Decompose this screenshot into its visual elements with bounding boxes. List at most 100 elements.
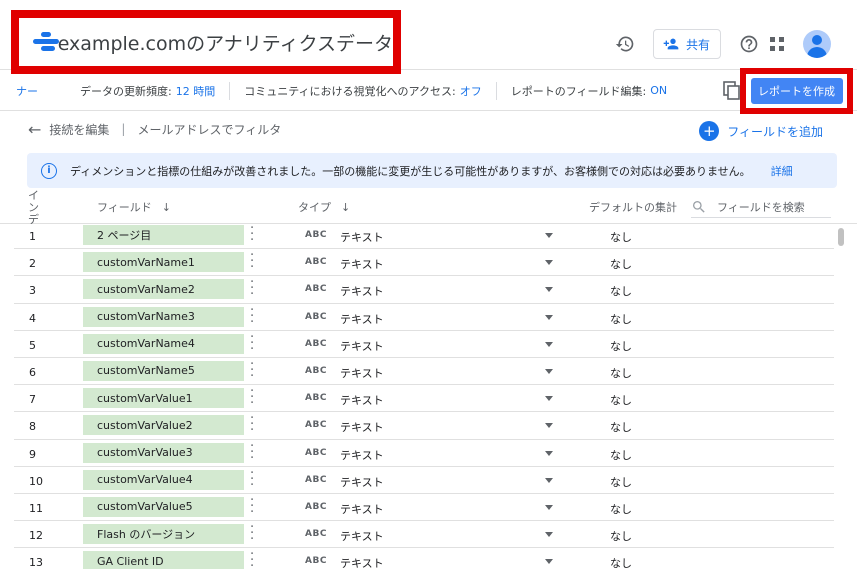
field-search-input[interactable]: フィールドを検索: [717, 199, 805, 215]
field-name-chip[interactable]: GA Client ID: [83, 551, 244, 569]
copy-data-source-icon[interactable]: [723, 81, 741, 101]
more-vert-icon[interactable]: · · ·: [250, 222, 254, 247]
field-type-value[interactable]: テキスト: [340, 338, 384, 354]
apps-grid-icon[interactable]: [763, 30, 791, 58]
field-name-chip[interactable]: Flash のバージョン: [83, 524, 244, 545]
type-dropdown-arrow-icon[interactable]: [545, 396, 553, 402]
type-dropdown-arrow-icon[interactable]: [545, 341, 553, 347]
field-name-chip[interactable]: customVarName4: [83, 333, 244, 354]
type-dropdown-arrow-icon[interactable]: [545, 260, 553, 266]
field-type-value[interactable]: テキスト: [340, 474, 384, 490]
field-type-value[interactable]: テキスト: [340, 311, 384, 327]
table-row[interactable]: 5 customVarName4 · · · ABC テキスト なし: [14, 331, 834, 358]
field-type-value[interactable]: テキスト: [340, 501, 384, 517]
type-dropdown-arrow-icon[interactable]: [545, 423, 553, 429]
more-vert-icon[interactable]: · · ·: [250, 548, 254, 569]
aggregation-value[interactable]: なし: [610, 365, 632, 381]
share-button[interactable]: 共有: [652, 29, 721, 59]
add-field-button[interactable]: + フィールドを追加: [699, 121, 823, 141]
field-name-chip[interactable]: customVarName2: [83, 279, 244, 300]
aggregation-value[interactable]: なし: [610, 256, 632, 272]
table-row[interactable]: 12 Flash のバージョン · · · ABC テキスト なし: [14, 521, 834, 549]
type-dropdown-arrow-icon[interactable]: [545, 368, 553, 374]
field-name-chip[interactable]: customVarName5: [83, 360, 244, 381]
version-history-icon[interactable]: [611, 30, 639, 58]
aggregation-value[interactable]: なし: [610, 283, 632, 299]
field-name-chip[interactable]: customVarValue3: [83, 442, 244, 463]
filter-by-email-link[interactable]: メールアドレスでフィルタ: [137, 121, 281, 138]
table-row[interactable]: 11 customVarValue5 · · · ABC テキスト なし: [14, 494, 834, 522]
field-column-header[interactable]: フィールド ↓: [97, 199, 171, 215]
type-dropdown-arrow-icon[interactable]: [545, 477, 553, 483]
table-row[interactable]: 10 customVarValue4 · · · ABC テキスト なし: [14, 467, 834, 494]
more-vert-icon[interactable]: · · ·: [250, 358, 254, 383]
table-row[interactable]: 4 customVarName3 · · · ABC テキスト なし: [14, 304, 834, 331]
type-dropdown-arrow-icon[interactable]: [545, 450, 553, 456]
aggregation-value[interactable]: なし: [610, 392, 632, 408]
user-avatar[interactable]: [803, 30, 831, 58]
field-type-value[interactable]: テキスト: [340, 419, 384, 435]
type-dropdown-arrow-icon[interactable]: [545, 287, 553, 293]
field-name-chip[interactable]: customVarValue5: [83, 496, 244, 517]
help-icon[interactable]: [735, 30, 763, 58]
field-name-chip[interactable]: 2 ページ目: [83, 225, 244, 245]
field-name-chip[interactable]: customVarValue1: [83, 388, 244, 409]
more-vert-icon[interactable]: · · ·: [250, 331, 254, 356]
more-vert-icon[interactable]: · · ·: [250, 276, 254, 301]
field-type-value[interactable]: テキスト: [340, 528, 384, 544]
field-name-chip[interactable]: customVarValue2: [83, 415, 244, 436]
table-row[interactable]: 2 customVarName1 · · · ABC テキスト なし: [14, 249, 834, 277]
community-viz-value[interactable]: オフ: [460, 83, 482, 99]
more-vert-icon[interactable]: · · ·: [250, 304, 254, 329]
aggregation-value[interactable]: なし: [610, 555, 632, 569]
table-row[interactable]: 1 2 ページ目 · · · ABC テキスト なし: [14, 222, 834, 250]
type-dropdown-arrow-icon[interactable]: [545, 504, 553, 510]
more-vert-icon[interactable]: · · ·: [250, 440, 254, 465]
field-type-value[interactable]: テキスト: [340, 555, 384, 569]
field-name-chip[interactable]: customVarName1: [83, 252, 244, 273]
scrollbar-track[interactable]: [836, 224, 846, 569]
type-dropdown-arrow-icon[interactable]: [545, 314, 553, 320]
field-type-value[interactable]: テキスト: [340, 392, 384, 408]
details-link[interactable]: 詳細: [771, 163, 793, 179]
more-vert-icon[interactable]: · · ·: [250, 249, 254, 274]
field-name-chip[interactable]: customVarName3: [83, 306, 244, 327]
aggregation-value[interactable]: なし: [610, 419, 632, 435]
table-row[interactable]: 3 customVarName2 · · · ABC テキスト なし: [14, 276, 834, 304]
type-dropdown-arrow-icon[interactable]: [545, 532, 553, 538]
more-vert-icon[interactable]: · · ·: [250, 467, 254, 492]
data-freshness-value[interactable]: 12 時間: [176, 83, 216, 99]
table-row[interactable]: 9 customVarValue3 · · · ABC テキスト なし: [14, 440, 834, 467]
field-editing-value[interactable]: ON: [650, 84, 667, 97]
back-arrow-icon[interactable]: ←: [28, 120, 41, 139]
owner-credentials-link[interactable]: ナー: [0, 82, 66, 100]
more-vert-icon[interactable]: · · ·: [250, 385, 254, 410]
aggregation-value[interactable]: なし: [610, 501, 632, 517]
aggregation-value[interactable]: なし: [610, 311, 632, 327]
data-freshness-setting[interactable]: データの更新頻度: 12 時間: [66, 81, 231, 100]
create-report-button[interactable]: レポートを作成: [750, 78, 843, 104]
table-row[interactable]: 8 customVarValue2 · · · ABC テキスト なし: [14, 412, 834, 440]
field-editing-setting[interactable]: レポートのフィールド編集: ON: [497, 82, 681, 100]
type-dropdown-arrow-icon[interactable]: [545, 559, 553, 565]
more-vert-icon[interactable]: · · ·: [250, 412, 254, 437]
aggregation-value[interactable]: なし: [610, 528, 632, 544]
data-source-title[interactable]: example.comのアナリティクスデータ: [58, 29, 393, 56]
field-search[interactable]: フィールドを検索: [691, 196, 831, 218]
field-type-value[interactable]: テキスト: [340, 447, 384, 463]
type-column-header[interactable]: タイプ ↓: [298, 199, 350, 215]
field-name-chip[interactable]: customVarValue4: [83, 469, 244, 490]
field-type-value[interactable]: テキスト: [340, 229, 384, 245]
more-vert-icon[interactable]: · · ·: [250, 521, 254, 546]
community-viz-setting[interactable]: コミュニティにおける視覚化へのアクセス: オフ: [230, 81, 497, 100]
scrollbar-thumb[interactable]: [838, 228, 844, 246]
table-row[interactable]: 13 GA Client ID · · · ABC テキスト なし: [14, 548, 834, 569]
field-type-value[interactable]: テキスト: [340, 256, 384, 272]
more-vert-icon[interactable]: · · ·: [250, 494, 254, 519]
table-row[interactable]: 6 customVarName5 · · · ABC テキスト なし: [14, 358, 834, 386]
aggregation-value[interactable]: なし: [610, 447, 632, 463]
aggregation-value[interactable]: なし: [610, 229, 632, 245]
aggregation-value[interactable]: なし: [610, 338, 632, 354]
table-row[interactable]: 7 customVarValue1 · · · ABC テキスト なし: [14, 385, 834, 413]
field-type-value[interactable]: テキスト: [340, 365, 384, 381]
